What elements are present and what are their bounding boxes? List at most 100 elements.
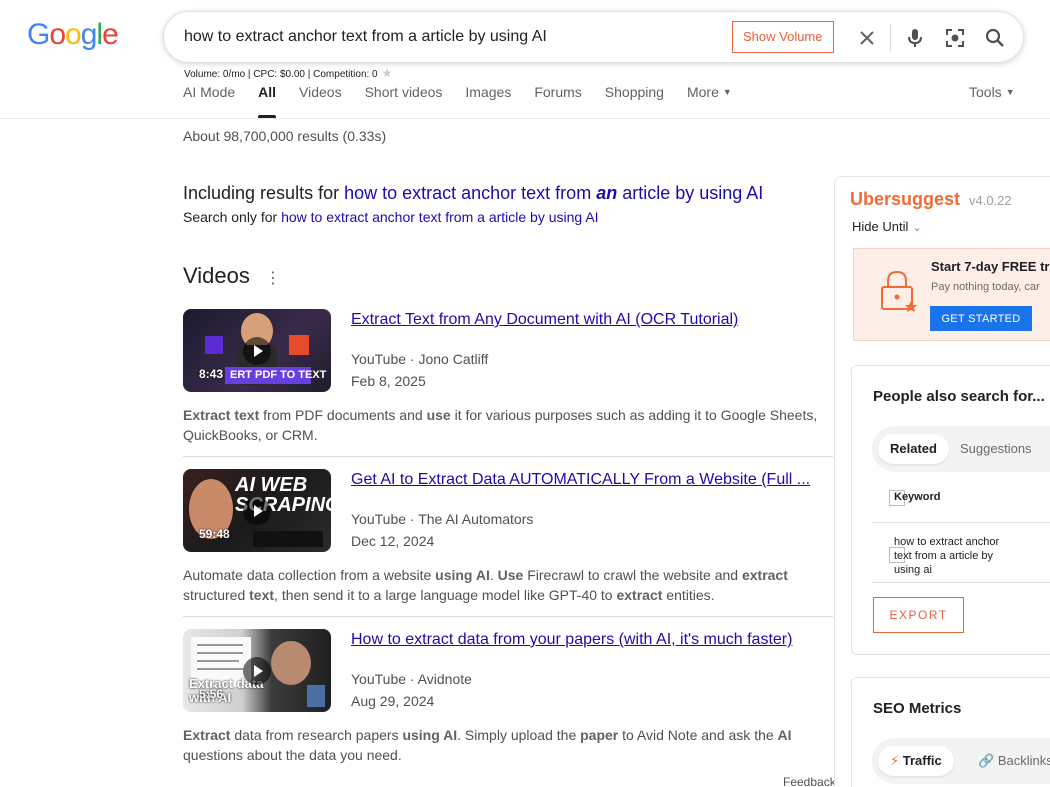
corrected-query-link[interactable]: how to extract anchor text from an artic… bbox=[344, 183, 763, 203]
google-logo[interactable]: Google bbox=[27, 18, 119, 52]
search-input[interactable]: how to extract anchor text from a articl… bbox=[184, 28, 547, 46]
mic-icon[interactable] bbox=[901, 24, 929, 52]
play-icon[interactable] bbox=[243, 337, 271, 365]
snippet-highlight: extract bbox=[616, 587, 663, 603]
snippet-highlight: extract bbox=[741, 567, 788, 583]
result-divider bbox=[183, 456, 833, 457]
snippet-text: questions about the data you need. bbox=[183, 747, 402, 763]
row-divider bbox=[872, 582, 1050, 583]
snippet-highlight: AI bbox=[777, 727, 792, 743]
lock-icon bbox=[881, 270, 917, 312]
search-divider bbox=[890, 24, 891, 52]
video-date: Feb 8, 2025 bbox=[351, 373, 426, 389]
tab-label: AI Mode bbox=[183, 84, 236, 100]
search-box[interactable]: how to extract anchor text from a articl… bbox=[163, 11, 1024, 63]
keyword-value: how to extract anchor text from a articl… bbox=[894, 536, 1000, 576]
logo-letter: e bbox=[102, 18, 119, 51]
tab-label: All bbox=[258, 84, 277, 100]
lens-icon[interactable] bbox=[941, 24, 969, 52]
original-query-link[interactable]: how to extract anchor text from a articl… bbox=[281, 209, 598, 225]
snippet-highlight: Extract bbox=[183, 727, 231, 743]
snippet-highlight: text bbox=[249, 587, 275, 603]
volume-metrics: Volume: 0/mo | CPC: $0.00 | Competition:… bbox=[184, 66, 393, 80]
tab-label: Images bbox=[465, 84, 512, 100]
seo-metrics-title: SEO Metrics bbox=[873, 700, 962, 717]
snippet-text: structured bbox=[183, 587, 250, 603]
tab-label: Shopping bbox=[604, 84, 664, 100]
seo-metrics-card: SEO Metrics ⚡ Traffic 🔗 Backlinks bbox=[851, 677, 1050, 787]
keyword-column-header: Keyword bbox=[894, 491, 941, 503]
tab-label: Forums bbox=[534, 84, 582, 100]
logo-letter: G bbox=[27, 18, 50, 51]
search-icon[interactable] bbox=[981, 24, 1009, 52]
tab-all[interactable]: All bbox=[258, 84, 276, 118]
result-divider bbox=[183, 616, 833, 617]
video-title-link[interactable]: Extract Text from Any Document with AI (… bbox=[351, 311, 738, 329]
more-options-icon[interactable]: ⋮ bbox=[265, 268, 281, 288]
caret-down-icon: ▼ bbox=[1005, 87, 1015, 97]
export-button[interactable]: EXPORT bbox=[873, 597, 964, 633]
video-duration: 8:43 bbox=[199, 367, 224, 381]
close-icon[interactable] bbox=[853, 24, 881, 52]
snippet-text: from PDF documents and bbox=[259, 407, 427, 423]
snippet-text: entities. bbox=[662, 587, 715, 603]
tab-more[interactable]: More ▼ bbox=[687, 84, 732, 118]
video-thumbnail[interactable]: Extract data with AI 5:56 bbox=[183, 629, 331, 712]
people-also-search-card: People also search for... Related Sugges… bbox=[851, 365, 1050, 655]
link-icon: 🔗 bbox=[978, 753, 995, 768]
including-results: Including results for how to extract anc… bbox=[183, 183, 764, 203]
tab-related[interactable]: Related bbox=[878, 434, 949, 464]
video-thumbnail[interactable]: ERT PDF TO TEXT 8:43 bbox=[183, 309, 331, 392]
caret-down-icon: ▼ bbox=[722, 87, 732, 97]
video-source: YouTube · Avidnote bbox=[351, 671, 472, 687]
tab-images[interactable]: Images bbox=[465, 84, 511, 118]
tab-shopping[interactable]: Shopping bbox=[605, 84, 664, 118]
play-icon[interactable] bbox=[243, 497, 271, 525]
tab-forums[interactable]: Forums bbox=[534, 84, 581, 118]
ubersuggest-title: Ubersuggest bbox=[850, 189, 961, 209]
tab-short-videos[interactable]: Short videos bbox=[365, 84, 443, 118]
tab-ai-mode[interactable]: AI Mode bbox=[183, 84, 235, 118]
tools-menu[interactable]: Tools ▼ bbox=[969, 84, 1015, 100]
tab-suggestions[interactable]: Suggestions bbox=[948, 434, 1044, 464]
snippet-text: , then send it to a large language model… bbox=[274, 587, 617, 603]
video-snippet: Extract data from research papers using … bbox=[183, 725, 823, 765]
video-date: Aug 29, 2024 bbox=[351, 693, 435, 709]
video-title-link[interactable]: Get AI to Extract Data AUTOMATICALLY Fro… bbox=[351, 471, 810, 489]
promo-title: Start 7-day FREE tr bbox=[931, 259, 1050, 274]
tab-label: More bbox=[686, 84, 719, 100]
search-only: Search only for how to extract anchor te… bbox=[183, 209, 599, 225]
chevron-down-icon: ⌄ bbox=[912, 222, 922, 234]
traffic-icon: ⚡ bbox=[890, 753, 900, 768]
snippet-text: Automate data collection from a website bbox=[183, 567, 436, 583]
ubersuggest-panel: Ubersuggest v4.0.22 Hide Until ⌄ Start 7-… bbox=[834, 176, 1050, 787]
header-divider bbox=[0, 118, 1050, 119]
promo-subtitle: Pay nothing today, car bbox=[931, 281, 1040, 293]
show-volume-button[interactable]: Show Volume bbox=[732, 21, 834, 53]
video-source: YouTube · The AI Automators bbox=[351, 511, 534, 527]
hide-until-dropdown[interactable]: Hide Until ⌄ bbox=[852, 219, 922, 234]
snippet-highlight: Use bbox=[497, 567, 524, 583]
tab-traffic[interactable]: ⚡ Traffic bbox=[878, 746, 954, 776]
video-source: YouTube · Jono Catliff bbox=[351, 351, 489, 367]
row-divider bbox=[872, 522, 1050, 523]
star-icon[interactable]: ★ bbox=[382, 66, 393, 80]
video-title-link[interactable]: How to extract data from your papers (wi… bbox=[351, 631, 792, 649]
snippet-text: . Simply upload the bbox=[457, 727, 581, 743]
tab-label: Videos bbox=[299, 84, 342, 100]
feedback-link[interactable]: Feedback bbox=[783, 775, 836, 787]
tab-backlinks[interactable]: 🔗 Backlinks bbox=[966, 746, 1050, 776]
result-stats: About 98,700,000 results (0.33s) bbox=[183, 128, 387, 144]
video-snippet: Automate data collection from a website … bbox=[183, 565, 823, 605]
logo-letter: o bbox=[65, 18, 82, 51]
play-icon[interactable] bbox=[243, 657, 271, 685]
search-tabs: AI Mode All Videos Short videos Images Forums… bbox=[183, 84, 755, 118]
video-thumbnail[interactable]: AI WEB SCRAPING 59:48 bbox=[183, 469, 331, 552]
snippet-highlight: Extract text bbox=[183, 407, 260, 423]
get-started-button[interactable]: GET STARTED bbox=[930, 306, 1032, 331]
snippet-text: data from research papers bbox=[230, 727, 403, 743]
tab-videos[interactable]: Videos bbox=[299, 84, 342, 118]
video-date: Dec 12, 2024 bbox=[351, 533, 435, 549]
videos-heading: Videos bbox=[183, 263, 250, 288]
snippet-highlight: using AI bbox=[402, 727, 458, 743]
